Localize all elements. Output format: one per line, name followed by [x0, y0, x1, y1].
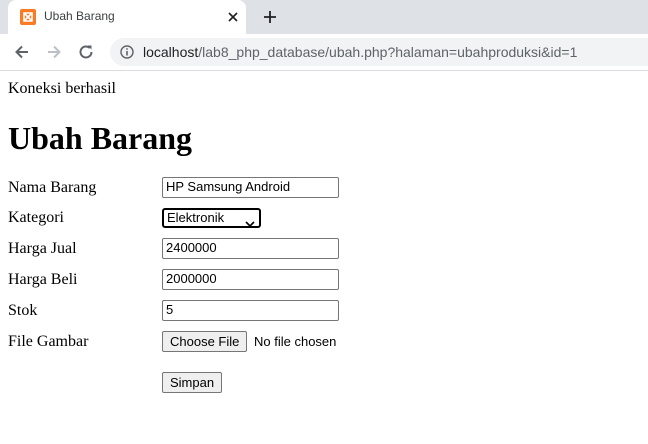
connection-status: Koneksi berhasil [8, 80, 116, 97]
harga-beli-label: Harga Beli [8, 271, 78, 288]
browser-toolbar: localhost/lab8_php_database/ubah.php?hal… [0, 34, 648, 71]
tab-strip: Ubah Barang [0, 0, 648, 34]
url-host: localhost [143, 44, 199, 60]
choose-file-button[interactable]: Choose File [162, 331, 248, 352]
xampp-icon [20, 9, 36, 25]
stok-input[interactable]: 5 [162, 300, 339, 321]
info-icon[interactable] [120, 45, 134, 59]
harga-jual-label: Harga Jual [8, 240, 77, 257]
close-icon[interactable] [226, 10, 240, 24]
harga-jual-input[interactable]: 2400000 [162, 238, 339, 259]
url-text: localhost/lab8_php_database/ubah.php?hal… [143, 44, 577, 60]
nama-barang-label: Nama Barang [8, 179, 97, 196]
stok-label: Stok [8, 302, 38, 319]
browser-tab[interactable]: Ubah Barang [8, 0, 246, 34]
page-title: Ubah Barang [8, 120, 193, 156]
forward-arrow-icon[interactable] [45, 43, 63, 61]
back-arrow-icon[interactable] [13, 43, 31, 61]
kategori-selected-value: Elektronik [167, 210, 225, 225]
file-gambar-label: File Gambar [8, 333, 89, 350]
plus-icon[interactable] [262, 9, 278, 25]
simpan-button[interactable]: Simpan [162, 372, 223, 393]
tab-title: Ubah Barang [44, 9, 115, 23]
address-bar[interactable]: localhost/lab8_php_database/ubah.php?hal… [110, 38, 648, 66]
nama-barang-input[interactable]: HP Samsung Android [162, 177, 339, 198]
url-path: /lab8_php_database/ubah.php?halaman=ubah… [198, 44, 578, 60]
chevron-down-icon [245, 215, 255, 228]
harga-beli-input[interactable]: 2000000 [162, 269, 339, 290]
kategori-select[interactable]: Elektronik [162, 208, 261, 228]
reload-icon[interactable] [77, 43, 95, 61]
no-file-text: No file chosen [254, 334, 337, 349]
kategori-label: Kategori [8, 209, 64, 226]
